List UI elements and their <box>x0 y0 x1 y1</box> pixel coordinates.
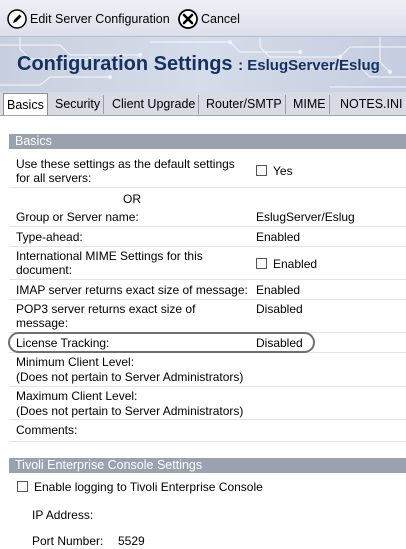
enable-logging-label: Enable logging to Tivoli Enterprise Cons… <box>34 479 263 494</box>
imap-size-row: IMAP server returns exact size of messag… <box>9 280 406 300</box>
international-mime-label: International MIME Settings for this doc… <box>16 249 203 277</box>
tab-router-smtp[interactable]: Router/SMTP <box>203 95 286 114</box>
minimum-client-level-label: Minimum Client Level: <box>16 355 135 369</box>
edit-server-configuration-button[interactable]: Edit Server Configuration <box>7 9 170 29</box>
default-settings-label: Use these settings as the default settin… <box>16 157 235 185</box>
default-settings-row: Use these settings as the default settin… <box>9 154 406 188</box>
default-settings-yes-label: Yes <box>273 163 293 178</box>
group-server-name-label: Group or Server name: <box>16 210 139 224</box>
close-icon <box>178 9 198 29</box>
maximum-client-level-note: (Does not pertain to Server Administrato… <box>16 404 244 418</box>
license-tracking-highlight <box>8 332 315 353</box>
port-number-label: Port Number: <box>32 534 104 548</box>
tab-basics[interactable]: Basics <box>3 93 48 115</box>
international-mime-row: International MIME Settings for this doc… <box>9 247 406 280</box>
group-server-name-value: EslugServer/Eslug <box>256 210 355 224</box>
page-banner: Configuration Settings : EslugServer/Esl… <box>0 37 406 92</box>
enable-logging-checkbox[interactable] <box>17 481 28 493</box>
tab-notes-ini[interactable]: NOTES.INI S <box>337 95 406 114</box>
tivoli-section-header: Tivoli Enterprise Console Settings <box>9 458 406 473</box>
page-title: Configuration Settings : EslugServer/Esl… <box>17 53 380 76</box>
ip-address-label: IP Address: <box>32 508 94 522</box>
international-mime-checkbox[interactable] <box>256 258 267 270</box>
tab-security[interactable]: Security <box>52 95 105 114</box>
comments-label: Comments: <box>16 423 78 437</box>
group-server-name-row: Group or Server name: EslugServer/Eslug <box>9 207 406 227</box>
cancel-label: Cancel <box>201 12 240 26</box>
default-settings-field: Yes <box>256 163 293 178</box>
enable-logging-field: Enable logging to Tivoli Enterprise Cons… <box>17 479 263 494</box>
pop3-size-value: Disabled <box>256 302 303 316</box>
imap-size-label: IMAP server returns exact size of messag… <box>16 283 248 297</box>
pencil-icon <box>7 9 27 29</box>
maximum-client-level-label: Maximum Client Level: <box>16 389 138 403</box>
edit-server-configuration-label: Edit Server Configuration <box>30 12 170 26</box>
basics-section-header: Basics <box>9 134 406 149</box>
international-mime-enabled-label: Enabled <box>273 256 318 271</box>
default-settings-checkbox[interactable] <box>256 165 267 177</box>
cancel-button[interactable]: Cancel <box>178 9 240 29</box>
pop3-size-label: POP3 server returns exact size of messag… <box>16 302 196 330</box>
port-number-value[interactable]: 5529 <box>118 534 145 548</box>
international-mime-field: Enabled <box>256 256 317 271</box>
tab-mime[interactable]: MIME <box>290 95 330 114</box>
tab-bar: Basics Security Client Upgrade Router/SM… <box>0 92 406 116</box>
pop3-size-row: POP3 server returns exact size of messag… <box>9 300 406 333</box>
server-name-subtitle: : EslugServer/Eslug <box>238 57 380 74</box>
type-ahead-value: Enabled <box>256 230 301 244</box>
type-ahead-row: Type-ahead: Enabled <box>9 227 406 247</box>
type-ahead-label: Type-ahead: <box>16 230 83 244</box>
page-title-text: Configuration Settings <box>17 53 233 75</box>
tab-client-upgrade[interactable]: Client Upgrade <box>109 95 200 114</box>
or-separator: OR <box>123 192 141 206</box>
action-bar: Edit Server Configuration Cancel <box>0 0 406 37</box>
minimum-client-level-row: Minimum Client Level: (Does not pertain … <box>9 354 406 387</box>
comments-row: Comments: <box>9 420 406 442</box>
minimum-client-level-note: (Does not pertain to Server Administrato… <box>16 370 244 384</box>
imap-size-value: Enabled <box>256 283 301 297</box>
maximum-client-level-row: Maximum Client Level: (Does not pertain … <box>9 388 406 420</box>
